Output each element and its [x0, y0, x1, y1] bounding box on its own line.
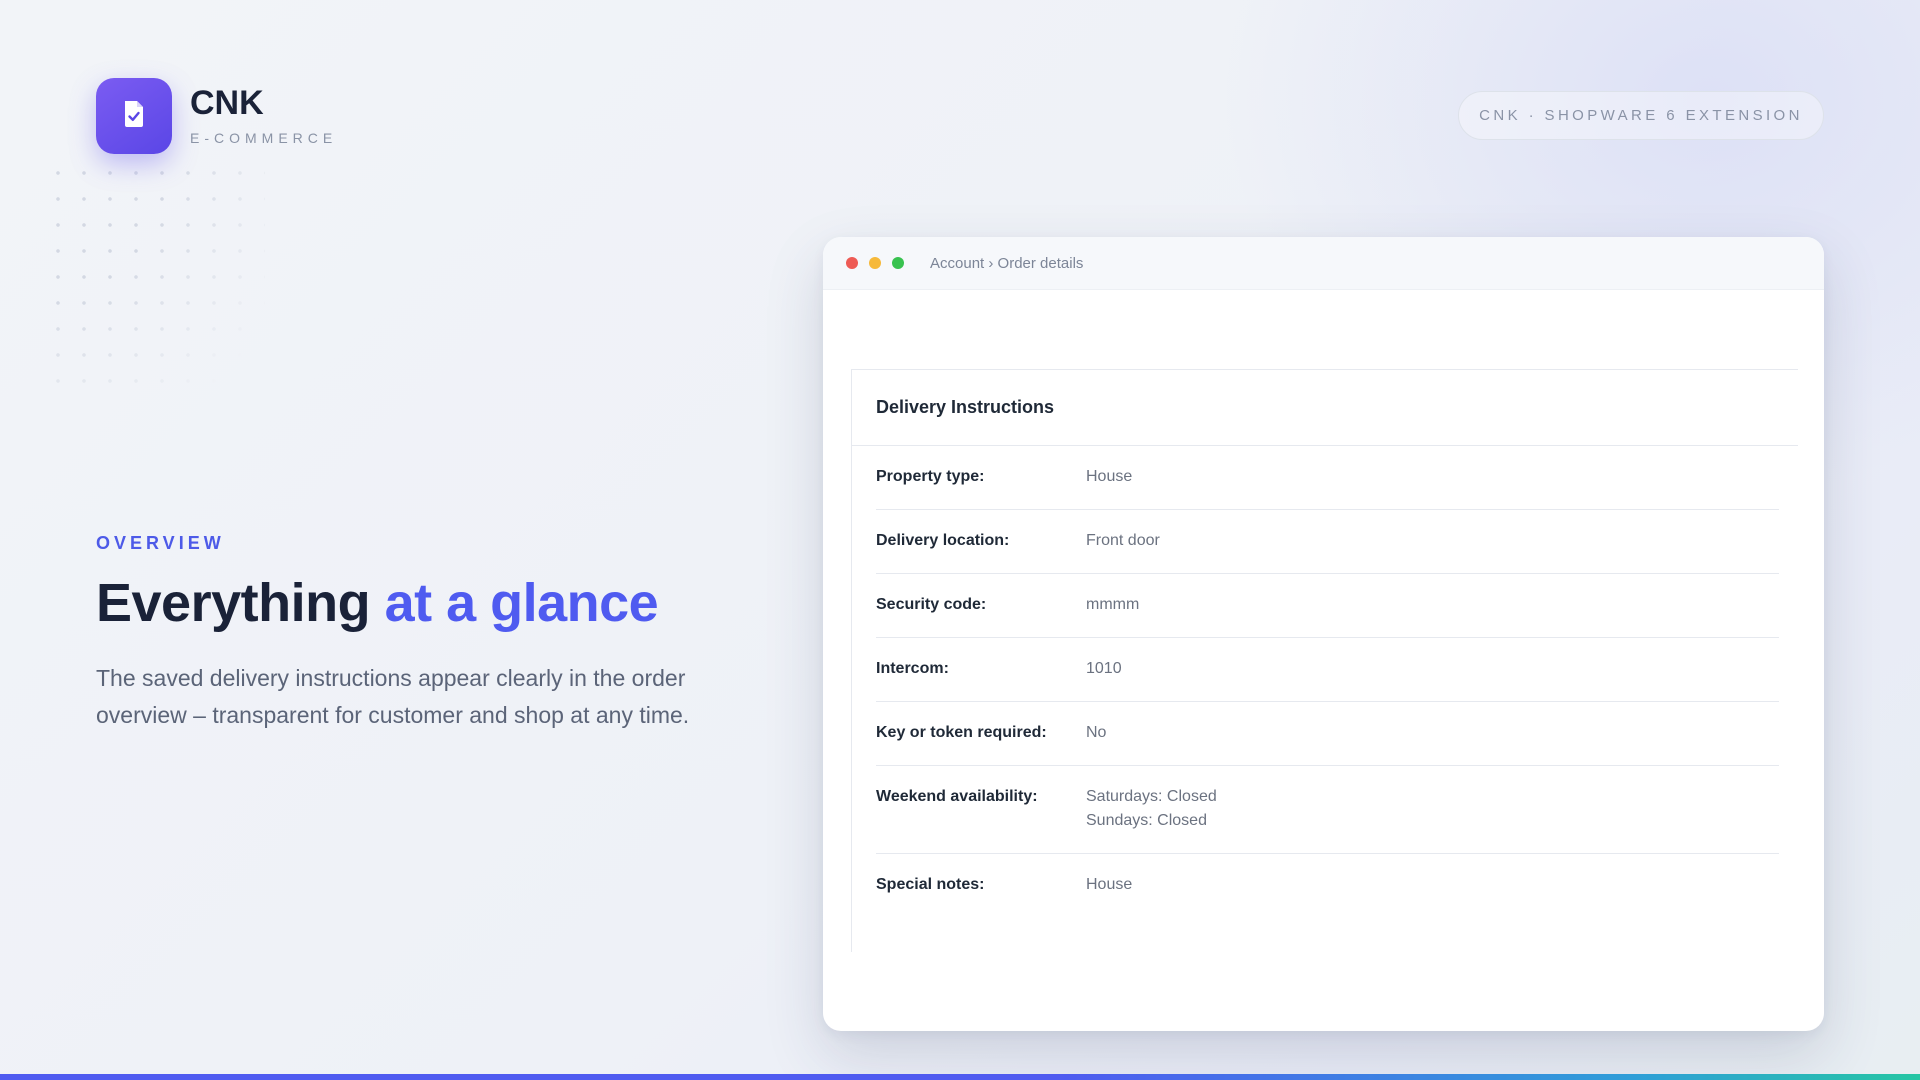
detail-value: House	[1086, 468, 1133, 485]
delivery-instructions-panel: Delivery Instructions Property type: Hou…	[851, 369, 1798, 952]
headline: Everything at a glance	[96, 572, 736, 634]
detail-value: Saturdays: Closed	[1086, 788, 1217, 805]
headline-accent: at a glance	[384, 573, 659, 633]
detail-value: Front door	[1086, 532, 1160, 549]
detail-label: Security code:	[876, 596, 987, 613]
headline-main: Everything	[96, 573, 371, 633]
details-list: Property type: House Delivery location: …	[876, 446, 1779, 918]
detail-row-key-required: Key or token required: No	[876, 702, 1779, 766]
document-check-icon	[122, 100, 146, 133]
detail-label: Weekend availability:	[876, 788, 1038, 805]
minimize-dot-icon[interactable]	[869, 257, 881, 269]
detail-row-security-code: Security code: mmmm	[876, 574, 1779, 638]
breadcrumb: Account › Order details	[930, 254, 1084, 272]
extension-badge: CNK · SHOPWARE 6 EXTENSION	[1458, 91, 1824, 140]
detail-value-group: Saturdays: Closed Sundays: Closed	[1086, 785, 1217, 833]
detail-label: Property type:	[876, 468, 985, 485]
detail-value: No	[1086, 724, 1107, 741]
detail-row-special-notes: Special notes: House	[876, 854, 1779, 918]
detail-value: House	[1086, 876, 1133, 893]
detail-row-delivery-location: Delivery location: Front door	[876, 510, 1779, 574]
detail-label: Special notes:	[876, 876, 985, 893]
detail-value: 1010	[1086, 660, 1122, 677]
detail-row-intercom: Intercom: 1010	[876, 638, 1779, 702]
brand-subtitle: E-COMMERCE	[190, 130, 338, 146]
detail-value: Sundays: Closed	[1086, 812, 1207, 829]
section-eyebrow: OVERVIEW	[96, 533, 225, 553]
detail-label: Key or token required:	[876, 724, 1047, 741]
detail-label: Intercom:	[876, 660, 949, 677]
detail-label: Delivery location:	[876, 532, 1010, 549]
hero-copy: OVERVIEW Everything at a glance The save…	[96, 533, 736, 734]
detail-row-weekend-availability: Weekend availability: Saturdays: Closed …	[876, 766, 1779, 854]
detail-value: mmmm	[1086, 596, 1140, 613]
brand-logo	[96, 78, 172, 154]
order-details-window: Account › Order details Delivery Instruc…	[823, 237, 1824, 1031]
bottom-accent-bar	[0, 1074, 1920, 1080]
brand-name: CNK	[190, 84, 264, 122]
panel-title: Delivery Instructions	[852, 370, 1798, 446]
window-titlebar: Account › Order details	[823, 237, 1824, 290]
brand: CNK E-COMMERCE	[96, 78, 337, 154]
dot-grid-decoration	[45, 160, 265, 405]
detail-row-property-type: Property type: House	[876, 446, 1779, 510]
close-dot-icon[interactable]	[846, 257, 858, 269]
maximize-dot-icon[interactable]	[892, 257, 904, 269]
hero-description: The saved delivery instructions appear c…	[96, 665, 690, 729]
